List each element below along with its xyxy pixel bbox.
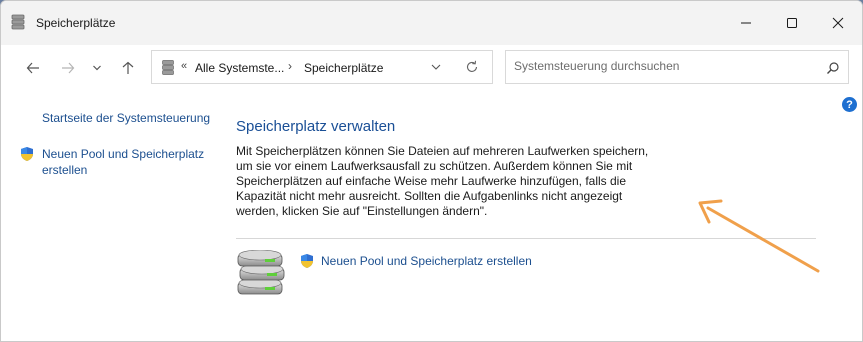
address-overflow[interactable]: « xyxy=(181,60,187,72)
sidebar-link-create-pool[interactable]: Neuen Pool und Speicherplatz erstellen xyxy=(42,146,204,178)
forward-button[interactable] xyxy=(55,57,81,79)
minimize-button[interactable] xyxy=(723,1,769,45)
search-input[interactable] xyxy=(514,59,814,73)
breadcrumb-storage-spaces[interactable]: Speicherplätze xyxy=(304,61,383,75)
back-button[interactable] xyxy=(20,57,46,79)
maximize-button[interactable] xyxy=(769,1,815,45)
refresh-button[interactable] xyxy=(464,59,480,75)
task-link-create-pool[interactable]: Neuen Pool und Speicherplatz erstellen xyxy=(321,254,532,268)
sidebar-link-control-panel-home[interactable]: Startseite der Systemsteuerung xyxy=(42,110,210,126)
title-bar[interactable]: Speicherplätze xyxy=(1,1,862,45)
uac-shield-icon xyxy=(19,146,35,162)
up-button[interactable] xyxy=(115,57,141,79)
app-window: Speicherplätze « Alle Systemste... › Spe… xyxy=(0,0,863,342)
breadcrumb-all-control-panel[interactable]: Alle Systemste... xyxy=(195,61,284,75)
chevron-down-icon xyxy=(93,65,101,71)
address-dropdown-button[interactable] xyxy=(428,59,444,75)
close-icon xyxy=(832,17,844,29)
help-button[interactable]: ? xyxy=(842,97,857,112)
storage-spaces-icon xyxy=(11,14,25,30)
maximize-icon xyxy=(787,18,797,28)
refresh-icon xyxy=(466,60,478,72)
section-divider xyxy=(236,238,816,239)
storage-spaces-icon xyxy=(162,60,174,75)
recent-locations-button[interactable] xyxy=(86,57,108,79)
window-title: Speicherplätze xyxy=(36,16,116,30)
breadcrumb-separator[interactable]: › xyxy=(288,59,292,73)
arrow-up-icon xyxy=(122,61,134,74)
minimize-icon xyxy=(741,22,751,24)
arrow-left-icon xyxy=(26,62,39,74)
chevron-down-icon xyxy=(431,64,441,70)
close-button[interactable] xyxy=(815,1,861,45)
arrow-right-icon xyxy=(62,62,75,74)
search-box[interactable] xyxy=(505,50,849,84)
search-icon[interactable] xyxy=(826,61,840,75)
page-title: Speicherplatz verwalten xyxy=(236,118,396,135)
storage-drives-icon xyxy=(235,249,287,300)
address-bar[interactable]: « Alle Systemste... › Speicherplätze xyxy=(151,50,493,84)
uac-shield-icon xyxy=(299,253,315,269)
page-description: Mit Speicherplätzen können Sie Dateien a… xyxy=(236,144,649,218)
